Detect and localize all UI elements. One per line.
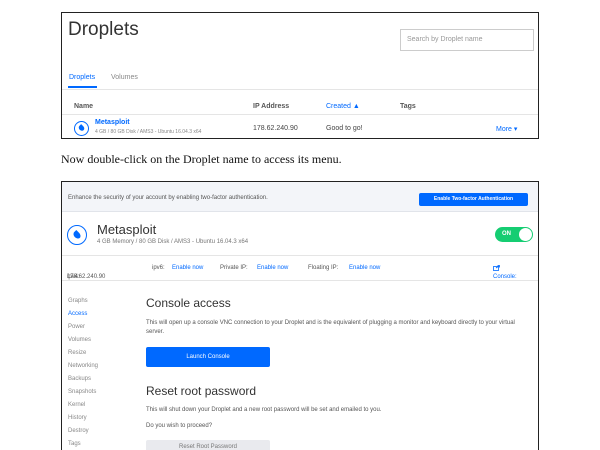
enable-two-factor-button[interactable]: Enable Two-factor Authentication: [419, 193, 528, 206]
floating-ip-enable-link[interactable]: Enable now: [349, 265, 380, 271]
sidebar-item-access[interactable]: Access: [68, 311, 87, 317]
reset-password-heading: Reset root password: [146, 384, 257, 398]
sidebar-item-backups[interactable]: Backups: [68, 376, 91, 382]
column-header-tags: Tags: [400, 103, 416, 110]
droplet-specs: 4 GB / 80 GB Disk / AMS3 - Ubuntu 16.04.…: [95, 129, 202, 135]
sidebar-item-networking[interactable]: Networking: [68, 363, 98, 369]
sidebar-item-resize[interactable]: Resize: [68, 350, 86, 356]
sidebar-item-history[interactable]: History: [68, 415, 87, 421]
console-link[interactable]: Console:: [493, 265, 517, 280]
column-header-created[interactable]: Created ▲: [326, 103, 360, 110]
sidebar-item-destroy[interactable]: Destroy: [68, 428, 89, 434]
column-header-name: Name: [74, 103, 94, 110]
droplet-created-status: Good to go!: [326, 125, 363, 132]
ipv6-enable-link[interactable]: Enable now: [172, 265, 203, 271]
table-header: Name IP Address Created ▲ Tags: [62, 101, 538, 115]
power-toggle[interactable]: ON: [495, 227, 533, 242]
sidebar-item-volumes[interactable]: Volumes: [68, 337, 91, 343]
toggle-knob: [519, 228, 532, 241]
droplet-icon: [67, 225, 87, 245]
sidebar-item-tags[interactable]: Tags: [68, 441, 81, 447]
reset-password-description: This will shut down your Droplet and a n…: [146, 407, 382, 413]
sort-asc-icon: ▲: [352, 103, 360, 110]
droplet-icon: [74, 121, 89, 136]
droplet-ip: 178.62.240.90: [253, 125, 298, 132]
sidebar-item-kernel[interactable]: Kernel: [68, 402, 85, 408]
two-factor-banner: Enhance the security of your account by …: [62, 182, 538, 212]
droplet-name-link[interactable]: Metasploit: [95, 119, 130, 126]
sidebar-item-snapshots[interactable]: Snapshots: [68, 389, 96, 395]
sidebar-item-power[interactable]: Power: [68, 324, 85, 330]
divider: [62, 89, 538, 90]
table-row[interactable]: Metasploit 4 GB / 80 GB Disk / AMS3 - Ub…: [62, 115, 538, 138]
ipv4-value: 178.62.240.90: [67, 274, 106, 280]
reset-root-password-button[interactable]: Reset Root Password: [146, 440, 270, 450]
droplet-detail-screenshot: Enhance the security of your account by …: [61, 181, 539, 450]
droplet-specs: 4 GB Memory / 80 GB Disk / AMS3 - Ubuntu…: [97, 239, 249, 245]
private-ip-label: Private IP:: [220, 265, 248, 271]
external-window-icon: [493, 265, 500, 271]
banner-text: Enhance the security of your account by …: [68, 195, 268, 201]
console-access-heading: Console access: [146, 296, 231, 310]
toggle-label: ON: [502, 231, 511, 237]
sidebar-item-graphs[interactable]: Graphs: [68, 298, 88, 304]
reset-password-question: Do you wish to proceed?: [146, 423, 213, 429]
network-bar: ipv4: 178.62.240.90 ipv6: Enable now Pri…: [62, 255, 538, 281]
column-header-ip: IP Address: [253, 103, 290, 110]
launch-console-button[interactable]: Launch Console: [146, 347, 270, 367]
more-menu-button[interactable]: More ▾: [496, 125, 517, 133]
active-tab-indicator: [68, 86, 97, 88]
droplet-title: Metasploit: [97, 222, 157, 237]
search-input[interactable]: Search by Droplet name: [400, 29, 534, 51]
ipv6-label: ipv6:: [152, 265, 165, 271]
instruction-caption: Now double-click on the Droplet name to …: [61, 152, 342, 166]
tab-volumes[interactable]: Volumes: [111, 74, 138, 81]
tab-droplets[interactable]: Droplets: [69, 74, 95, 81]
console-access-description: This will open up a console VNC connecti…: [146, 320, 515, 335]
page-title: Droplets: [68, 19, 139, 40]
droplets-list-screenshot: Droplets Search by Droplet name Droplets…: [61, 12, 539, 139]
private-ip-enable-link[interactable]: Enable now: [257, 265, 288, 271]
floating-ip-label: Floating IP:: [308, 265, 339, 271]
